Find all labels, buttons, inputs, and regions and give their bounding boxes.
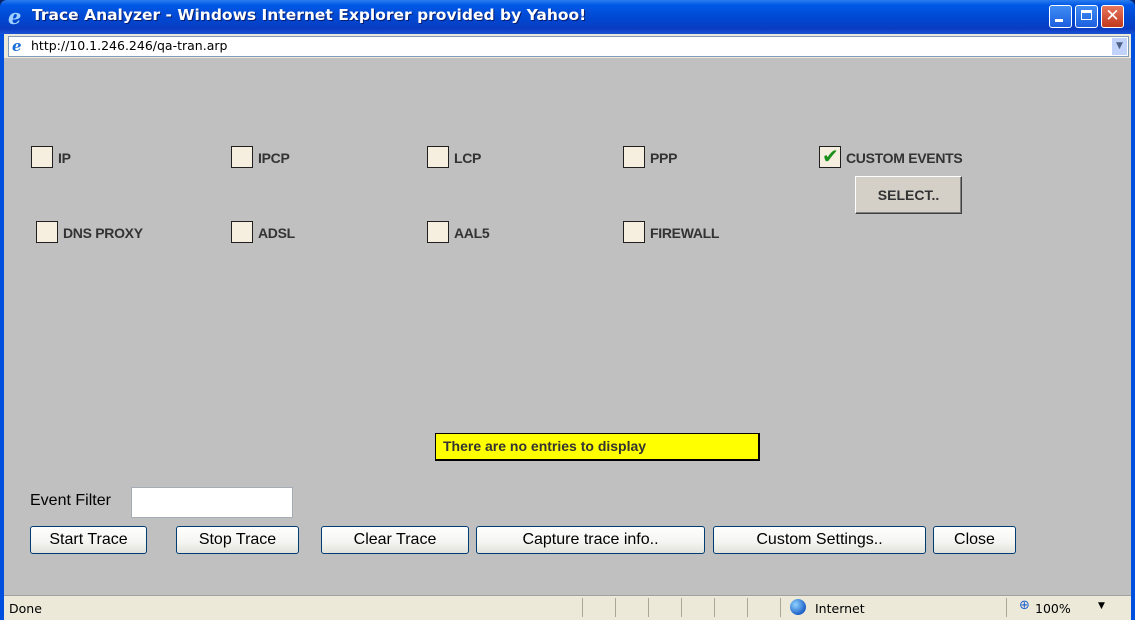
event-filter-input[interactable] [131,487,293,518]
maximize-button[interactable] [1075,5,1098,28]
checkbox-label: LCP [454,150,482,166]
status-divider [615,598,616,617]
checkbox-label: ADSL [258,225,295,241]
address-url[interactable]: http://10.1.246.246/qa-tran.arp [31,38,227,53]
checkmark-icon: ✔ [822,144,839,168]
ie-page-icon: e [12,37,22,55]
status-divider [714,598,715,617]
checkbox-box[interactable] [231,146,253,168]
globe-icon [790,599,806,615]
checkbox-box[interactable] [427,146,449,168]
custom-settings-button[interactable]: Custom Settings.. [713,526,926,554]
checkbox-box[interactable] [36,221,58,243]
minimize-button[interactable] [1049,5,1072,28]
status-divider [1006,598,1007,617]
capture-trace-info-button[interactable]: Capture trace info.. [476,526,705,554]
security-zone[interactable]: Internet [815,601,865,616]
checkbox-label: CUSTOM EVENTS [846,150,963,166]
event-filter-label: Event Filter [30,492,111,509]
stop-trace-button[interactable]: Stop Trace [176,526,299,554]
address-field[interactable]: e http://10.1.246.246/qa-tran.arp ▼ [8,36,1129,57]
status-divider [582,598,583,617]
checkbox-box[interactable] [427,221,449,243]
close-icon: ✕ [1105,6,1120,26]
zoom-level[interactable]: 100% [1035,601,1071,616]
start-trace-button[interactable]: Start Trace [30,526,147,554]
status-divider [648,598,649,617]
maximize-icon [1081,10,1092,20]
window-title: Trace Analyzer - Windows Internet Explor… [32,6,587,24]
empty-entries-message: There are no entries to display [435,433,760,461]
status-divider [747,598,748,617]
close-window-button[interactable]: ✕ [1101,5,1124,28]
checkbox-box[interactable] [623,146,645,168]
checkbox-label: DNS PROXY [63,225,143,241]
title-bar[interactable]: e Trace Analyzer - Windows Internet Expl… [0,0,1135,34]
checkbox-box[interactable]: ✔ [819,144,841,168]
address-bar: e http://10.1.246.246/qa-tran.arp ▼ [4,34,1131,58]
chevron-down-icon[interactable]: ▼ [1098,601,1105,611]
select-custom-events-button[interactable]: SELECT.. [855,176,962,214]
clear-trace-button[interactable]: Clear Trace [321,526,469,554]
checkbox-label: PPP [650,150,678,166]
checkbox-label: IP [58,150,71,166]
checkbox-box[interactable] [231,221,253,243]
page-content: IP IPCP LCP PPP ✔ CUSTOM EVENTS SELECT..… [4,58,1131,595]
window-border-right [1131,34,1135,620]
status-bar: Done Internet ⊕ 100% ▼ [4,595,1131,620]
status-divider [681,598,682,617]
browser-window: e Trace Analyzer - Windows Internet Expl… [0,0,1135,620]
minimize-icon [1055,19,1063,22]
ie-icon: e [8,4,22,29]
checkbox-box[interactable] [31,146,53,168]
chevron-down-icon[interactable]: ▼ [1112,38,1127,55]
checkbox-label: AAL5 [454,225,490,241]
checkbox-box[interactable] [623,221,645,243]
checkbox-label: IPCP [258,150,290,166]
status-divider [780,598,781,617]
zoom-icon[interactable]: ⊕ [1019,598,1030,613]
close-button[interactable]: Close [933,526,1016,554]
status-text: Done [9,601,42,616]
checkbox-label: FIREWALL [650,225,720,241]
